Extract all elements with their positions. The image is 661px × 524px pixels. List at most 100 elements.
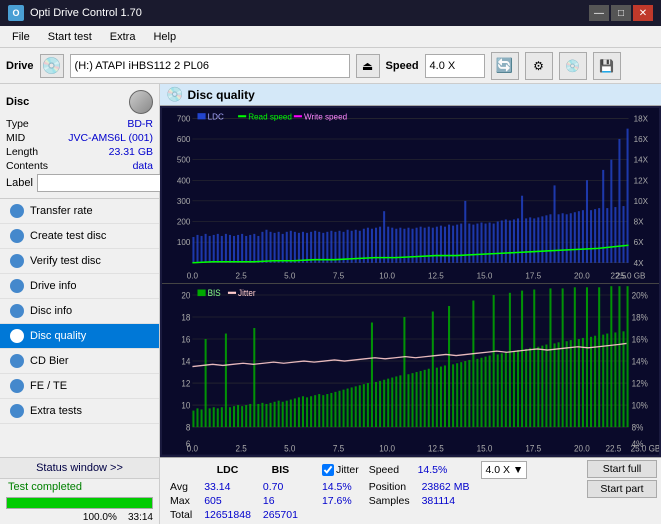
close-button[interactable]: ✕	[633, 5, 653, 21]
svg-text:17.5: 17.5	[525, 443, 541, 453]
nav-label: Drive info	[30, 280, 76, 292]
disc-contents-row: Contents data	[6, 160, 153, 172]
svg-text:16X: 16X	[634, 135, 649, 144]
contents-label: Contents	[6, 160, 48, 172]
svg-text:Write speed: Write speed	[304, 112, 348, 121]
svg-text:500: 500	[177, 156, 191, 165]
total-ldc-value: 12651848	[198, 508, 257, 522]
svg-text:15.0: 15.0	[477, 271, 493, 280]
drive-selector[interactable]: (H:) ATAPI iHBS112 2 PL06	[70, 54, 350, 78]
eject-button[interactable]: ⏏	[356, 54, 380, 78]
svg-text:200: 200	[177, 218, 191, 227]
svg-text:20.0: 20.0	[574, 271, 590, 280]
start-full-button[interactable]: Start full	[587, 460, 657, 478]
max-label: Max	[164, 494, 198, 508]
speed-col-label: Speed	[369, 464, 399, 476]
svg-text:Jitter: Jitter	[238, 288, 256, 298]
svg-text:14%: 14%	[632, 356, 649, 366]
start-part-button[interactable]: Start part	[587, 480, 657, 498]
speed-display: 4.0 X ▼	[481, 461, 527, 479]
window-controls: — □ ✕	[589, 5, 653, 21]
stats-buttons: Start full Start part	[587, 460, 657, 498]
svg-text:15.0: 15.0	[477, 443, 493, 453]
svg-text:700: 700	[177, 114, 191, 123]
time-value: 33:14	[128, 512, 153, 523]
drive-toolbar: Drive 💿 (H:) ATAPI iHBS112 2 PL06 ⏏ Spee…	[0, 48, 661, 84]
nav-label: Transfer rate	[30, 205, 93, 217]
position-label: Position	[365, 480, 416, 494]
status-text: Test completed	[0, 479, 159, 495]
position-value: 23862 MB	[416, 480, 476, 494]
svg-text:6X: 6X	[634, 238, 644, 247]
svg-text:12: 12	[181, 378, 190, 388]
svg-text:2.5: 2.5	[235, 271, 247, 280]
svg-text:12.5: 12.5	[428, 443, 444, 453]
max-bis-value: 16	[257, 494, 304, 508]
settings-button[interactable]: ⚙	[525, 52, 553, 80]
disc-button[interactable]: 💿	[559, 52, 587, 80]
disc-length-row: Length 23.31 GB	[6, 146, 153, 158]
menu-extra[interactable]: Extra	[102, 29, 144, 45]
status-section: Status window >> Test completed 100.0% 3…	[0, 457, 159, 524]
nav-item-fe-te[interactable]: FE / TE	[0, 374, 159, 399]
nav-item-create-test-disc[interactable]: Create test disc	[0, 224, 159, 249]
bottom-chart: 20 18 16 14 12 10 8 6 20% 18% 16% 14% 12…	[162, 284, 659, 455]
svg-text:8: 8	[186, 422, 191, 432]
disc-label-row: Label 🔍	[6, 174, 153, 192]
svg-text:8X: 8X	[634, 218, 644, 227]
length-value: 23.31 GB	[109, 146, 153, 158]
menu-file[interactable]: File	[4, 29, 38, 45]
avg-bis-value: 0.70	[257, 480, 304, 494]
svg-text:100: 100	[177, 238, 191, 247]
svg-text:20.0: 20.0	[574, 443, 590, 453]
disc-type-row: Type BD-R	[6, 118, 153, 130]
nav-label: Verify test disc	[30, 255, 101, 267]
nav-item-verify-test-disc[interactable]: Verify test disc	[0, 249, 159, 274]
refresh-button[interactable]: 🔄	[491, 52, 519, 80]
bottom-chart-svg: 20 18 16 14 12 10 8 6 20% 18% 16% 14% 12…	[162, 284, 659, 455]
minimize-button[interactable]: —	[589, 5, 609, 21]
svg-text:400: 400	[177, 176, 191, 185]
nav-item-extra-tests[interactable]: Extra tests	[0, 399, 159, 424]
progress-bar-container	[6, 497, 153, 509]
jitter-checkbox[interactable]	[322, 464, 334, 476]
svg-text:300: 300	[177, 197, 191, 206]
top-chart: 700 600 500 400 300 200 100 18X 16X 14X …	[162, 108, 659, 284]
svg-text:10X: 10X	[634, 197, 649, 206]
menu-help[interactable]: Help	[145, 29, 184, 45]
chart-title: Disc quality	[187, 88, 254, 102]
stats-row: LDC BIS Jitter Speed 14.5%	[160, 457, 661, 524]
menu-start-test[interactable]: Start test	[40, 29, 100, 45]
status-window-button[interactable]: Status window >>	[0, 458, 159, 479]
nav-item-disc-info[interactable]: Disc info	[0, 299, 159, 324]
svg-text:600: 600	[177, 135, 191, 144]
svg-text:16%: 16%	[632, 334, 649, 344]
nav-item-disc-quality[interactable]: Disc quality	[0, 324, 159, 349]
type-label: Type	[6, 118, 29, 130]
contents-value: data	[133, 160, 153, 172]
maximize-button[interactable]: □	[611, 5, 631, 21]
progress-bar-fill	[7, 498, 152, 508]
svg-text:22.5: 22.5	[605, 443, 621, 453]
speed-selector[interactable]: 4.0 X	[425, 54, 485, 78]
jitter-checkbox-label[interactable]: Jitter	[322, 464, 359, 476]
nav-label: Disc info	[30, 305, 72, 317]
nav-menu: Transfer rate Create test disc Verify te…	[0, 199, 159, 457]
svg-text:BIS: BIS	[208, 288, 221, 298]
svg-text:10%: 10%	[632, 400, 649, 410]
nav-label: Disc quality	[30, 330, 86, 342]
nav-item-cd-bier[interactable]: CD Bier	[0, 349, 159, 374]
nav-label: Extra tests	[30, 405, 82, 417]
save-button[interactable]: 💾	[593, 52, 621, 80]
svg-text:20: 20	[181, 290, 190, 300]
avg-label: Avg	[164, 480, 198, 494]
label-input[interactable]	[37, 174, 175, 192]
svg-text:0.0: 0.0	[187, 271, 199, 280]
speed-actual-value: 14.5%	[416, 460, 470, 480]
nav-item-transfer-rate[interactable]: Transfer rate	[0, 199, 159, 224]
svg-text:5.0: 5.0	[284, 271, 296, 280]
svg-text:5.0: 5.0	[284, 443, 296, 453]
extra-tests-icon	[10, 404, 24, 418]
nav-item-drive-info[interactable]: Drive info	[0, 274, 159, 299]
svg-text:18X: 18X	[634, 114, 649, 123]
